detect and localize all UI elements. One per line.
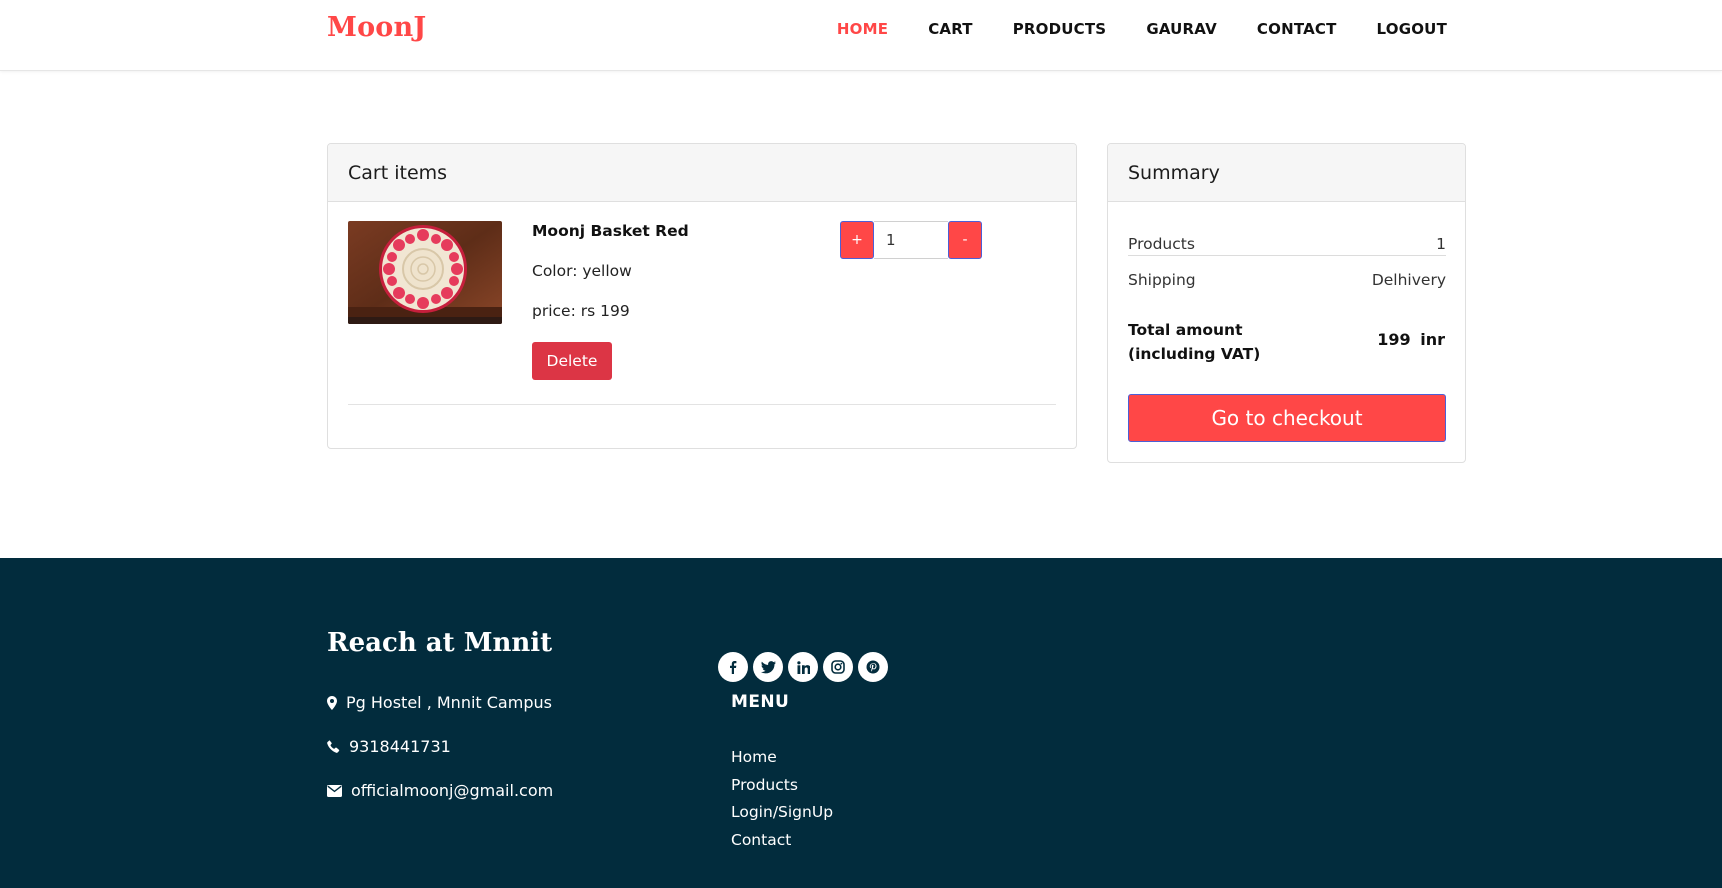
linkedin-icon[interactable] — [788, 652, 818, 682]
footer-address: Pg Hostel , Mnnit Campus — [327, 693, 552, 712]
increase-quantity-button[interactable]: + — [840, 221, 874, 259]
brand-logo[interactable]: MoonJ — [327, 12, 426, 43]
summary-shipping-value: Delhivery — [1371, 271, 1446, 289]
footer-menu-title: MENU — [731, 692, 790, 712]
checkout-button[interactable]: Go to checkout — [1128, 394, 1446, 442]
footer-menu-products[interactable]: Products — [731, 772, 833, 800]
map-marker-icon — [327, 695, 337, 710]
instagram-icon[interactable] — [823, 652, 853, 682]
footer-title: Reach at Mnnit — [327, 628, 553, 658]
summary-products-row: Products 1 — [1128, 235, 1446, 256]
footer-phone: 9318441731 — [327, 737, 451, 756]
footer-email-text[interactable]: officialmoonj@gmail.com — [351, 781, 553, 800]
nav-user-gaurav[interactable]: GAURAV — [1106, 18, 1217, 40]
summary-card-title: Summary — [1108, 144, 1465, 202]
phone-icon — [327, 740, 340, 753]
nav-logout[interactable]: LOGOUT — [1337, 18, 1447, 40]
total-amount-label: Total amount (including VAT) — [1128, 318, 1260, 366]
facebook-icon[interactable] — [718, 652, 748, 682]
footer-menu-home[interactable]: Home — [731, 744, 833, 772]
total-amount-value: 199 inr — [1377, 330, 1445, 349]
cart-card: Cart items Moonj Basket Red Color: yello… — [327, 143, 1077, 449]
item-divider — [348, 404, 1056, 405]
summary-card: Summary Products 1 Shipping Delhivery To… — [1107, 143, 1466, 463]
summary-products-label: Products — [1128, 235, 1195, 253]
twitter-icon[interactable] — [753, 652, 783, 682]
quantity-stepper: + 1 - — [840, 221, 982, 259]
pinterest-icon[interactable] — [858, 652, 888, 682]
summary-shipping-label: Shipping — [1128, 271, 1196, 289]
cart-card-title: Cart items — [328, 144, 1076, 202]
main-nav: HOME CART PRODUCTS GAURAV CONTACT LOGOUT — [837, 18, 1447, 40]
summary-products-value: 1 — [1436, 235, 1446, 253]
social-links — [718, 652, 888, 682]
footer-menu-contact[interactable]: Contact — [731, 827, 833, 855]
footer-email: officialmoonj@gmail.com — [327, 781, 553, 800]
product-color: Color: yellow — [532, 262, 632, 280]
footer: Reach at Mnnit Pg Hostel , Mnnit Campus … — [0, 558, 1722, 888]
product-name: Moonj Basket Red — [532, 222, 689, 240]
summary-shipping-row: Shipping Delhivery — [1128, 271, 1446, 289]
decrease-quantity-button[interactable]: - — [948, 221, 982, 259]
nav-contact[interactable]: CONTACT — [1217, 18, 1337, 40]
delete-button[interactable]: Delete — [532, 342, 612, 380]
quantity-input[interactable]: 1 — [874, 221, 948, 259]
product-image — [348, 221, 502, 324]
envelope-icon — [327, 784, 342, 797]
nav-products[interactable]: PRODUCTS — [973, 18, 1107, 40]
nav-cart[interactable]: CART — [888, 18, 973, 40]
footer-address-text: Pg Hostel , Mnnit Campus — [346, 693, 552, 712]
footer-phone-text: 9318441731 — [349, 737, 451, 756]
total-amount-label-line1: Total amount — [1128, 321, 1243, 339]
navbar: MoonJ HOME CART PRODUCTS GAURAV CONTACT … — [0, 0, 1722, 71]
total-amount-label-line2: (including VAT) — [1128, 345, 1261, 363]
nav-home[interactable]: HOME — [837, 18, 888, 40]
footer-menu-login-signup[interactable]: Login/SignUp — [731, 799, 833, 827]
product-price: price: rs 199 — [532, 302, 630, 320]
footer-menu: Home Products Login/SignUp Contact — [731, 744, 833, 854]
